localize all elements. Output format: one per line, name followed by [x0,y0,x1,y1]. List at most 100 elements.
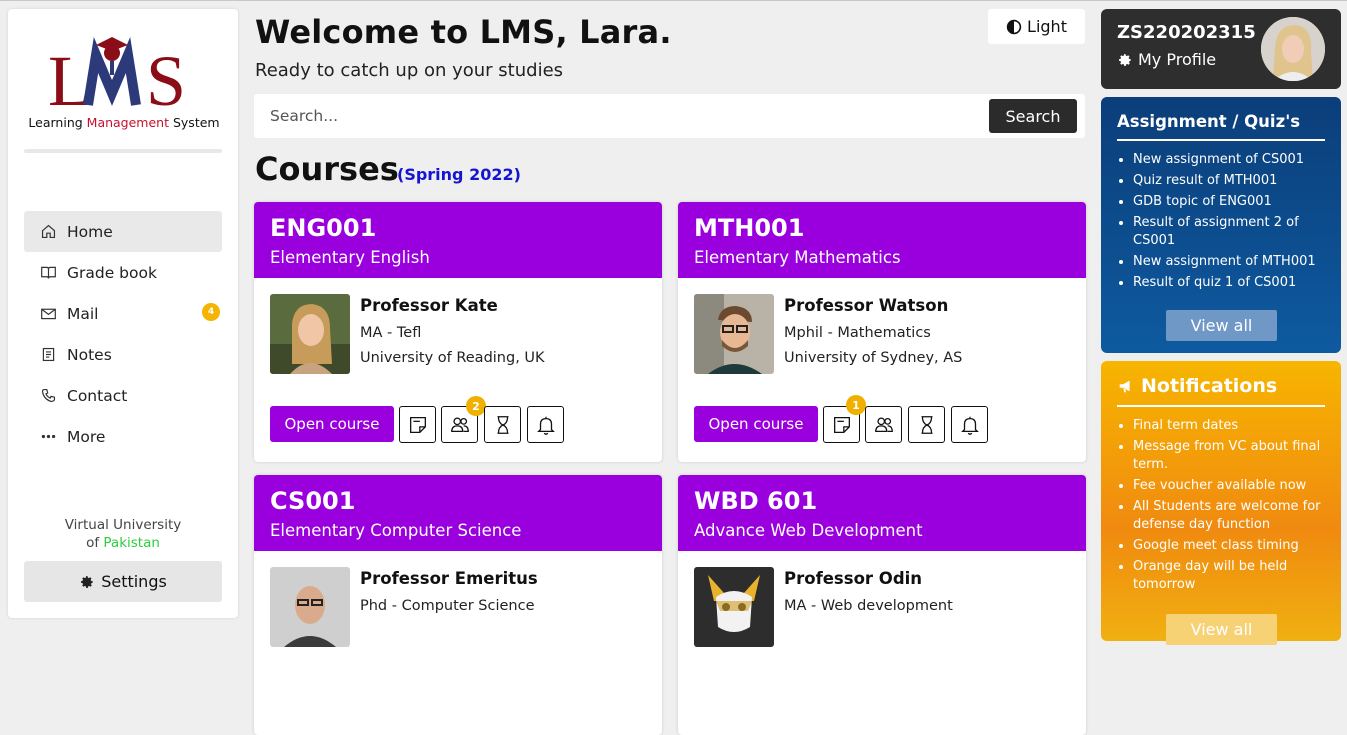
gear-icon [1119,53,1131,66]
list-item[interactable]: Google meet class timing [1133,537,1325,555]
course-code: MTH001 [694,214,805,242]
theme-toggle-button[interactable]: Light [988,9,1085,44]
professor-name: Professor Kate [360,296,498,315]
sidebar-item-label: Contact [67,386,128,405]
sidebar-item-contact[interactable]: Contact [24,375,222,416]
sidebar-item-label: More [67,427,106,446]
notifications-title: Notifications [1117,361,1325,407]
list-item[interactable]: Message from VC about final term. [1133,438,1325,474]
sidebar-item-more[interactable]: More [24,416,222,457]
bell-icon [960,416,979,435]
list-item[interactable]: All Students are welcome for defense day… [1133,498,1325,534]
gear-icon [81,575,93,588]
list-item[interactable]: Orange day will be held tomorrow [1133,558,1325,594]
notes-badge: 1 [846,395,866,415]
list-item[interactable]: New assignment of MTH001 [1133,253,1325,271]
mail-icon [41,308,56,320]
course-header[interactable]: CS001 Elementary Computer Science [254,475,662,551]
sidebar-nav: Home Grade book Mail 4 Notes Contact Mor… [24,211,222,457]
course-deadline-button[interactable] [908,406,945,443]
users-icon [450,416,469,432]
settings-button[interactable]: Settings [24,561,222,602]
course-name: Elementary Computer Science [270,521,522,540]
list-item[interactable]: Fee voucher available now [1133,477,1325,495]
list-item[interactable]: Quiz result of MTH001 [1133,172,1325,190]
professor-name: Professor Emeritus [360,569,538,588]
sidebar-item-home[interactable]: Home [24,211,222,252]
more-icon [41,434,56,439]
course-code: ENG001 [270,214,377,242]
bell-icon [536,416,555,435]
sidebar-item-label: Home [67,222,113,241]
professor-university: University of Reading, UK [360,350,545,366]
list-item[interactable]: GDB topic of ENG001 [1133,193,1325,211]
professor-degree: Mphil - Mathematics [784,325,931,341]
hourglass-icon [497,415,508,434]
avatar[interactable] [1261,17,1325,81]
professor-degree: MA - Web development [784,598,953,614]
sidebar-item-mail[interactable]: Mail 4 [24,293,222,334]
assignments-title: Assignment / Quiz's [1117,97,1325,141]
assignments-panel: Assignment / Quiz's New assignment of CS… [1101,97,1341,353]
notes-icon [42,347,55,362]
open-course-button[interactable]: Open course [694,406,818,442]
list-item[interactable]: Result of quiz 1 of CS001 [1133,274,1325,292]
course-name: Advance Web Development [694,521,923,540]
search-button[interactable]: Search [989,99,1077,133]
sticky-note-icon [409,416,426,433]
student-id: ZS220202315 [1117,22,1256,43]
course-group-button[interactable]: 2 [441,396,486,443]
profile-card: ZS220202315 My Profile [1101,9,1341,89]
my-profile-label: My Profile [1138,50,1217,69]
course-header[interactable]: MTH001 Elementary Mathematics [678,202,1086,278]
course-alerts-button[interactable] [527,406,564,443]
course-header[interactable]: ENG001 Elementary English [254,202,662,278]
course-group-button[interactable] [865,406,902,443]
page-subtitle: Ready to catch up on your studies [255,60,564,81]
list-item[interactable]: Result of assignment 2 of CS001 [1133,214,1325,250]
sidebar-item-notes[interactable]: Notes [24,334,222,375]
notifications-view-all-button[interactable]: View all [1166,614,1277,645]
notifications-list: Final term dates Message from VC about f… [1117,417,1325,594]
course-card-eng001: ENG001 Elementary English Professor Kate… [254,202,662,462]
open-course-button[interactable]: Open course [270,406,394,442]
mail-count-badge: 4 [202,303,220,321]
lms-logo[interactable]: L S Learning Management System [26,33,222,143]
course-notes-button[interactable] [399,406,436,443]
search-input[interactable] [254,94,984,138]
hourglass-icon [921,415,932,434]
assignments-view-all-button[interactable]: View all [1166,310,1277,341]
course-header[interactable]: WBD 601 Advance Web Development [678,475,1086,551]
page-title: Welcome to LMS, Lara. [255,13,672,51]
top-border [0,0,1347,1]
list-item[interactable]: Final term dates [1133,417,1325,435]
professor-photo [694,294,774,374]
course-code: CS001 [270,487,356,515]
sidebar-item-label: Notes [67,345,112,364]
professor-name: Professor Watson [784,296,949,315]
sidebar: L S Learning Management System Home Grad… [8,9,238,618]
professor-university: University of Sydney, AS [784,350,963,366]
courses-heading: Courses [255,150,399,188]
professor-degree: Phd - Computer Science [360,598,535,614]
group-badge: 2 [466,396,486,416]
professor-degree: MA - Tefl [360,325,422,341]
course-name: Elementary Mathematics [694,248,901,267]
professor-photo [270,567,350,647]
assignments-list: New assignment of CS001 Quiz result of M… [1117,151,1325,292]
settings-label: Settings [101,572,167,591]
sticky-note-icon [833,416,850,433]
professor-photo [270,294,350,374]
course-alerts-button[interactable] [951,406,988,443]
course-notes-button[interactable]: 1 [823,395,866,443]
list-item[interactable]: New assignment of CS001 [1133,151,1325,169]
course-deadline-button[interactable] [484,406,521,443]
logo-caption: Learning Management System [28,115,220,130]
my-profile-link[interactable]: My Profile [1117,50,1216,69]
sidebar-divider [24,149,222,153]
sidebar-item-grade-book[interactable]: Grade book [24,252,222,293]
course-card-mth001: MTH001 Elementary Mathematics Professor … [678,202,1086,462]
search-bar: Search [254,94,1085,138]
professor-photo [694,567,774,647]
lms-logo-graphic: L S [48,36,186,121]
